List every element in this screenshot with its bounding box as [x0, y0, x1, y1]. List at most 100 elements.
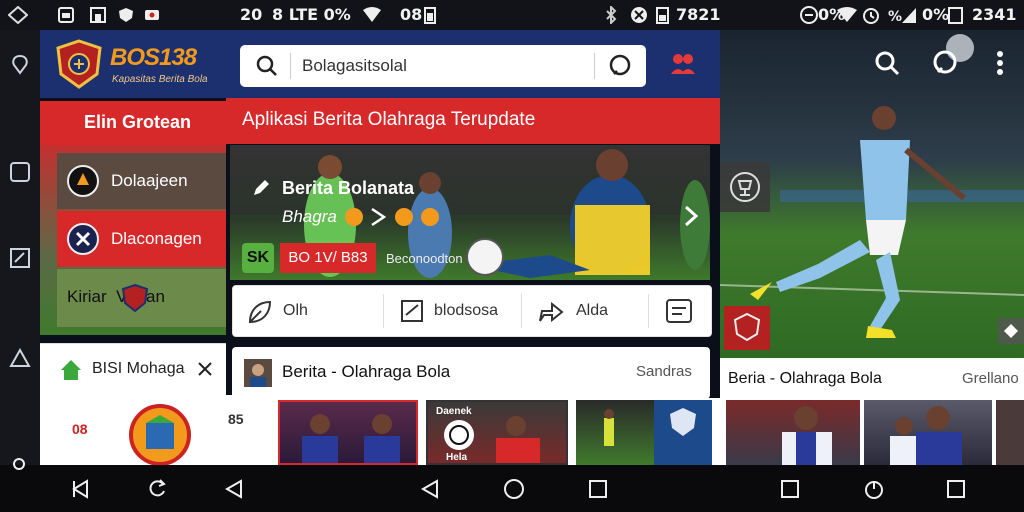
action-olh-label: Olh — [283, 302, 308, 319]
banner-title: Aplikasi Berita Olahraga Terupdate — [242, 109, 536, 130]
recent-apps-icon[interactable] — [588, 479, 608, 499]
left-item-2-label: Dlaconagen — [111, 229, 202, 248]
news-title: Berita - Olahraga Bola — [282, 362, 451, 381]
refresh-icon[interactable] — [148, 478, 168, 500]
status-time: 20 — [240, 5, 263, 24]
left-item-1-label: Dolaajeen — [111, 171, 188, 190]
right-side-tool[interactable] — [720, 162, 770, 212]
alarm-clock-icon — [863, 8, 879, 24]
right-hero[interactable] — [720, 30, 1024, 358]
left-item-3-label: Kiriar Vihran — [67, 287, 165, 306]
back-icon-3[interactable] — [420, 479, 440, 499]
thumb-2-logo-icon — [444, 420, 474, 450]
chat-icon[interactable] — [608, 54, 632, 78]
recent-apps-icon-2[interactable] — [780, 479, 800, 499]
thumb-2-title: Daenek — [436, 406, 472, 417]
wifi-icon — [363, 7, 381, 22]
list-icon[interactable] — [665, 298, 693, 324]
shield-icon — [119, 8, 133, 22]
left-logo-3-text: 85 — [228, 411, 244, 427]
home-button-icon[interactable] — [503, 478, 525, 500]
club-logo-icon — [67, 165, 99, 197]
search-bar[interactable]: Bolagasitsolal — [240, 45, 646, 87]
right-thumb-2[interactable] — [864, 400, 992, 465]
cell-signal-icon: % — [888, 8, 916, 24]
bluetooth-icon — [606, 6, 617, 24]
record-icon — [13, 458, 25, 470]
window-icon[interactable] — [10, 162, 30, 182]
right-news-title: Beria - Olahraga Bola — [728, 370, 882, 387]
battery-icon-3 — [948, 7, 963, 24]
thumb-2[interactable]: Daenek Hela — [426, 400, 568, 465]
hero-caption: Beconoodton — [386, 251, 463, 266]
right-thumb-1-image — [782, 406, 832, 465]
hero-score: BO 1V/ B83 — [280, 243, 376, 273]
search-icon-right[interactable] — [874, 50, 900, 76]
news-avatar-icon — [244, 359, 272, 387]
chevron-right-icon[interactable] — [684, 205, 698, 227]
right-badge[interactable] — [724, 306, 770, 350]
action-row: Olh blodsosa Alda — [232, 285, 712, 337]
back-icon-2[interactable] — [224, 479, 244, 499]
wifi-icon-2 — [837, 7, 857, 22]
thumb-3[interactable] — [576, 400, 712, 465]
left-item-1[interactable]: Dolaajeen — [57, 153, 226, 209]
system-rail — [0, 30, 40, 465]
search-divider-2 — [594, 53, 595, 79]
action-divider-3 — [648, 294, 649, 328]
left-logos-strip: 08 85 — [40, 395, 276, 465]
left-chip-label: BISI Mohaga — [92, 360, 185, 377]
club-crest-icon — [56, 39, 102, 89]
left-item-2[interactable]: Dlaconagen — [57, 211, 226, 267]
home-icon-green — [61, 360, 81, 380]
search-divider — [290, 53, 291, 79]
location-icon[interactable] — [9, 54, 31, 76]
note-icon — [401, 300, 423, 322]
status-batt-pct: 0% — [922, 5, 950, 24]
action-olh[interactable]: Olh — [233, 286, 383, 336]
right-thumb-1[interactable] — [726, 400, 860, 465]
alarm-icon — [631, 7, 647, 23]
right-news-action[interactable]: Grellano — [962, 370, 1019, 387]
right-thumb-3[interactable] — [996, 400, 1024, 465]
edit-icon[interactable] — [10, 248, 30, 268]
medal-icon-3 — [421, 208, 439, 226]
status-network: 8 LTE 0% — [272, 5, 351, 24]
action-alda[interactable]: Alda — [522, 286, 648, 336]
share-icon — [539, 301, 564, 323]
thumb-1[interactable] — [278, 400, 418, 465]
thumb-2-image — [496, 416, 540, 463]
more-icon[interactable] — [996, 50, 1004, 76]
status-clock: 2341 — [972, 5, 1017, 24]
search-input[interactable]: Bolagasitsolal — [302, 56, 407, 76]
news-action[interactable]: Sandras — [636, 363, 692, 380]
back-icon[interactable] — [70, 479, 90, 499]
recent-apps-icon-3[interactable] — [946, 479, 966, 499]
right-thumb-2-image — [890, 406, 962, 465]
left-chip[interactable]: BISI Mohaga — [40, 343, 226, 396]
chat-icon-right[interactable] — [932, 50, 958, 76]
expand-icon[interactable] — [998, 318, 1024, 344]
hero-title: Berita Bolanata — [282, 178, 415, 198]
bell-icon[interactable] — [9, 348, 31, 368]
app-logo-subtitle: Kapasitas Berita Bola — [112, 74, 208, 85]
mail-icon — [145, 10, 159, 20]
medal-icon — [345, 208, 363, 226]
action-blodsosa[interactable]: blodsosa — [384, 286, 522, 336]
club-logo-icon-2 — [67, 223, 99, 255]
navigation-bar — [0, 458, 1024, 512]
status-right: 7821 — [676, 5, 721, 24]
power-icon[interactable] — [863, 478, 885, 500]
hero-card[interactable]: Berita Bolanata Bhagra SK BO 1V/ B83 Bec… — [230, 145, 710, 280]
home-icon — [90, 7, 106, 23]
medal-icon-2 — [395, 208, 413, 226]
users-icon[interactable] — [670, 52, 696, 76]
battery-icon-2 — [656, 7, 669, 24]
news-header: Berita - Olahraga Bola Sandras — [232, 347, 710, 399]
search-icon[interactable] — [256, 55, 278, 77]
play-icon[interactable] — [370, 207, 386, 227]
right-news-header: Beria - Olahraga Bola Grellano — [720, 358, 1024, 400]
left-logo-1-text: 08 — [72, 421, 88, 437]
close-icon[interactable] — [198, 362, 212, 376]
left-item-3[interactable]: Kiriar Vihran — [57, 269, 226, 327]
